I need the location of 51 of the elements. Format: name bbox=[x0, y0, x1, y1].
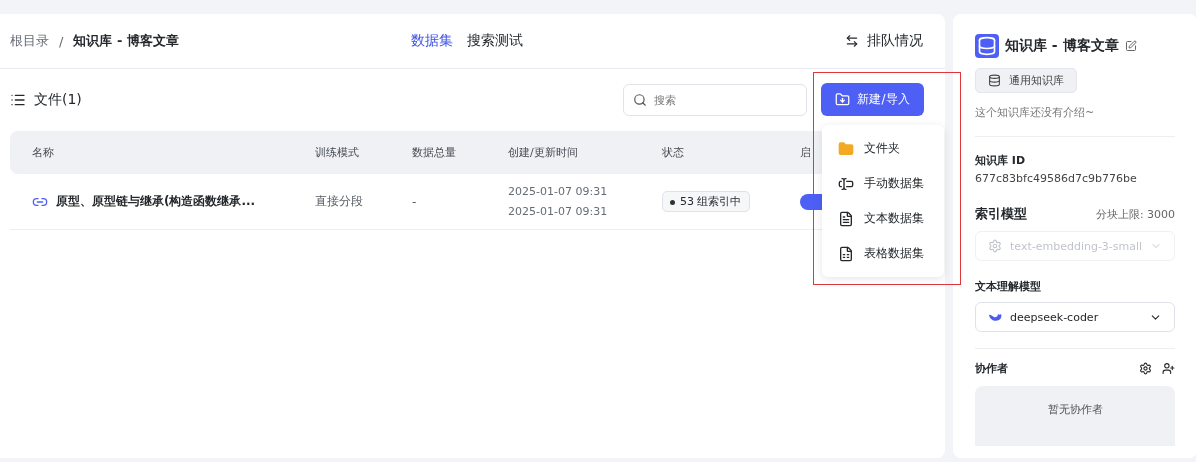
search-field[interactable]: 搜索 bbox=[623, 84, 807, 116]
created-time: 2025-01-07 09:31 bbox=[508, 183, 609, 200]
description: 这个知识库还没有介绍~ bbox=[975, 105, 1096, 120]
files-heading: 文件(1) bbox=[34, 91, 82, 109]
breadcrumb-item[interactable]: 知识库 - 博客文章 bbox=[73, 32, 179, 50]
status-dot bbox=[670, 199, 675, 205]
column-header: 数据总量 bbox=[412, 145, 456, 160]
text-cursor-icon bbox=[838, 175, 854, 192]
table-cell-text: 直接分段 bbox=[315, 193, 364, 210]
menu-item[interactable]: 文件夹 bbox=[822, 131, 944, 166]
type-tag: 通用知识库 bbox=[975, 68, 1077, 93]
spreadsheet-icon bbox=[838, 245, 854, 262]
queue-button[interactable]: 排队情况 bbox=[845, 32, 923, 50]
database-icon bbox=[975, 34, 999, 58]
chunk-limit: 分块上限: 3000 bbox=[1095, 206, 1176, 222]
tab[interactable]: 数据集 bbox=[410, 32, 453, 50]
id-value: 677c83bfc49586d7c9b776be bbox=[975, 172, 1138, 185]
database-icon bbox=[988, 74, 1001, 87]
settings-icon[interactable] bbox=[1139, 362, 1153, 375]
table-cell-text: - bbox=[412, 194, 418, 209]
search-icon bbox=[633, 93, 647, 107]
edit-icon[interactable] bbox=[1124, 40, 1137, 52]
column-header: 创建/更新时间 bbox=[508, 145, 578, 160]
model-logo-icon bbox=[988, 239, 1002, 253]
knowledge-base-title: 知识库 - 博客文章 bbox=[1005, 37, 1119, 55]
text-model-label: 文本理解模型 bbox=[975, 279, 1042, 294]
breadcrumb-separator: / bbox=[59, 33, 64, 49]
empty-message: 暂无协作者 bbox=[1047, 402, 1103, 418]
menu-item[interactable]: 手动数据集 bbox=[822, 166, 944, 201]
index-model-label: 索引模型 bbox=[975, 205, 1027, 223]
list-icon bbox=[10, 92, 26, 108]
updated-time: 2025-01-07 09:31 bbox=[508, 203, 609, 220]
column-header: 名称 bbox=[32, 145, 54, 160]
menu-item[interactable]: 表格数据集 bbox=[822, 236, 944, 271]
status-badge: 53 组索引中 bbox=[662, 191, 750, 212]
menu-item[interactable]: 文本数据集 bbox=[822, 201, 944, 236]
column-header: 训练模式 bbox=[315, 145, 359, 160]
column-header: 状态 bbox=[662, 145, 684, 160]
breadcrumb-item[interactable]: 根目录 bbox=[10, 32, 49, 50]
document-icon bbox=[838, 210, 854, 227]
folder-import-icon bbox=[835, 92, 851, 107]
model-select[interactable]: deepseek-coder bbox=[975, 302, 1176, 332]
create-button[interactable]: 新建/导入 bbox=[821, 83, 924, 116]
add-user-icon[interactable] bbox=[1162, 362, 1176, 375]
column-header: 启 bbox=[800, 145, 811, 160]
file-name[interactable]: 原型、原型链与继承(构造函数继承... bbox=[56, 193, 256, 210]
tab[interactable]: 搜索测试 bbox=[466, 32, 523, 50]
collaborators-label: 协作者 bbox=[975, 361, 1008, 376]
folder-icon bbox=[838, 140, 854, 157]
id-label: 知识库 ID bbox=[975, 153, 1027, 168]
queue-icon bbox=[845, 34, 859, 48]
